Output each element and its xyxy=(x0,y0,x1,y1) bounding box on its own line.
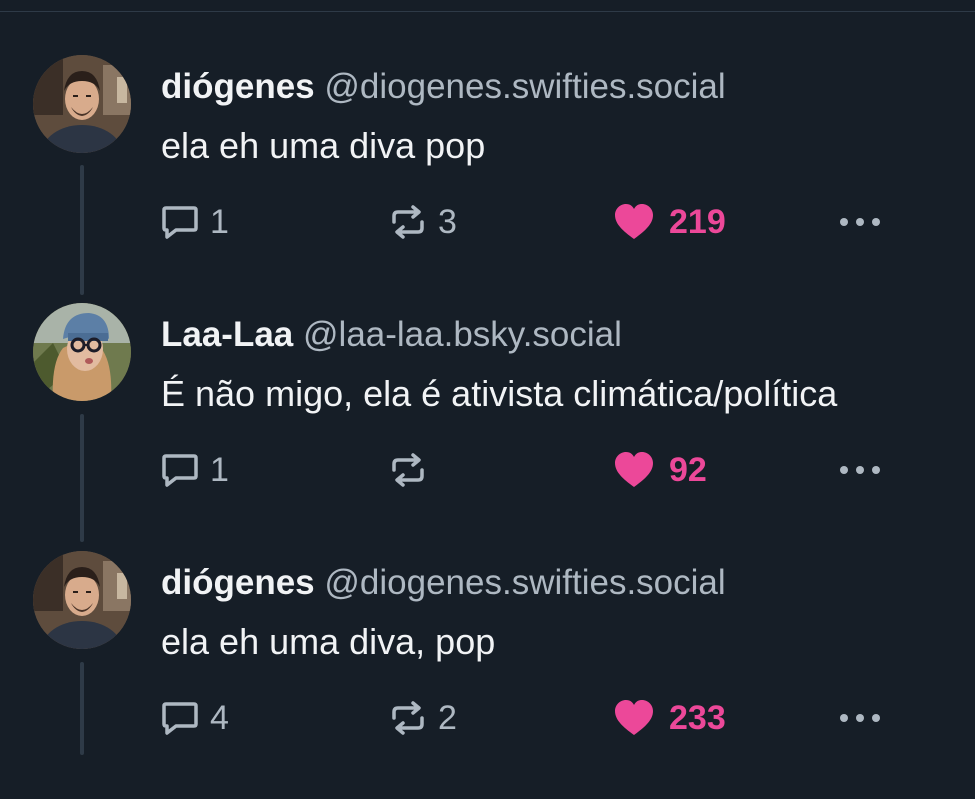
repost-count: 3 xyxy=(438,202,457,241)
like-count: 233 xyxy=(669,698,726,737)
heart-icon xyxy=(613,450,655,490)
reply-icon xyxy=(160,450,200,490)
like-button[interactable]: 233 xyxy=(613,696,726,740)
post-actions: 4 2 233 xyxy=(160,696,900,740)
like-count: 92 xyxy=(669,450,707,489)
repost-button[interactable]: 2 xyxy=(388,696,457,740)
reply-icon xyxy=(160,202,200,242)
reply-button[interactable]: 1 xyxy=(160,448,229,492)
repost-icon xyxy=(388,202,428,242)
repost-icon xyxy=(388,698,428,738)
like-button[interactable]: 92 xyxy=(613,448,707,492)
heart-icon xyxy=(613,202,655,242)
post-text: ela eh uma diva, pop xyxy=(161,621,496,662)
post-header: Laa-Laa @laa-laa.bsky.social xyxy=(161,315,622,355)
post-text: É não migo, ela é ativista climática/pol… xyxy=(161,373,838,414)
ellipsis-icon xyxy=(836,464,884,476)
post-actions: 1 92 xyxy=(160,448,900,492)
post-header: diógenes @diogenes.swifties.social xyxy=(161,67,726,107)
more-options-button[interactable] xyxy=(836,448,884,492)
display-name[interactable]: diógenes xyxy=(161,563,315,602)
post-text: ela eh uma diva pop xyxy=(161,125,486,166)
like-count: 219 xyxy=(669,202,726,241)
display-name[interactable]: Laa-Laa xyxy=(161,315,293,354)
handle[interactable]: @diogenes.swifties.social xyxy=(324,67,725,106)
heart-icon xyxy=(613,698,655,738)
reply-button[interactable]: 1 xyxy=(160,200,229,244)
reply-icon xyxy=(160,698,200,738)
repost-count: 2 xyxy=(438,698,457,737)
ellipsis-icon xyxy=(836,216,884,228)
reply-count: 1 xyxy=(210,450,229,489)
reply-count: 1 xyxy=(210,202,229,241)
reply-button[interactable]: 4 xyxy=(160,696,229,740)
post[interactable]: diógenes @diogenes.swifties.social ela e… xyxy=(0,551,975,799)
handle[interactable]: @diogenes.swifties.social xyxy=(324,563,725,602)
repost-icon xyxy=(388,450,428,490)
user-avatar-woman-icon[interactable] xyxy=(33,303,131,401)
post-actions: 1 3 219 xyxy=(160,200,900,244)
user-avatar-man-icon[interactable] xyxy=(33,55,131,153)
user-avatar-man-icon[interactable] xyxy=(33,551,131,649)
reply-count: 4 xyxy=(210,698,229,737)
repost-button[interactable]: 3 xyxy=(388,200,457,244)
more-options-button[interactable] xyxy=(836,200,884,244)
top-divider xyxy=(0,11,975,12)
post-header: diógenes @diogenes.swifties.social xyxy=(161,563,726,603)
post[interactable]: diógenes @diogenes.swifties.social ela e… xyxy=(0,55,975,303)
post[interactable]: Laa-Laa @laa-laa.bsky.social É não migo,… xyxy=(0,303,975,551)
display-name[interactable]: diógenes xyxy=(161,67,315,106)
more-options-button[interactable] xyxy=(836,696,884,740)
handle[interactable]: @laa-laa.bsky.social xyxy=(303,315,622,354)
ellipsis-icon xyxy=(836,712,884,724)
like-button[interactable]: 219 xyxy=(613,200,726,244)
repost-button[interactable] xyxy=(388,448,438,492)
